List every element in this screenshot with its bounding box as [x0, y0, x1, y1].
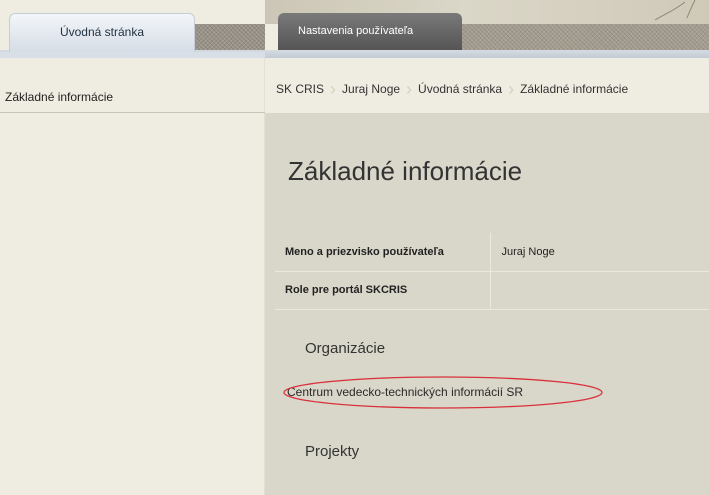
info-label: Role pre portál SKCRIS [275, 271, 491, 310]
breadcrumb-separator-icon: › [406, 79, 413, 99]
organizations-heading: Organizácie [305, 340, 386, 357]
breadcrumb-item-current: Základné informácie [520, 82, 629, 96]
sidebar-item-basic-info[interactable]: Základné informácie [0, 85, 265, 113]
sidebar: Základné informácie [0, 58, 265, 495]
page-title: Základné informácie [288, 156, 523, 186]
table-row: Meno a priezvisko používateľa Juraj Noge [275, 233, 709, 272]
main-content: SK CRIS › Juraj Noge › Úvodná stránka › Základ… [265, 58, 709, 495]
tab-home[interactable]: Úvodná stránka [9, 13, 195, 52]
tab-user-settings[interactable]: Nastavenia používateľa [278, 13, 462, 50]
tab-strip-texture [462, 24, 709, 50]
table-row: Role pre portál SKCRIS [275, 271, 709, 310]
user-info-table: Meno a priezvisko používateľa Juraj Noge… [275, 233, 709, 310]
tab-strip-texture [195, 24, 265, 50]
projects-heading: Projekty [305, 443, 360, 460]
info-value: Juraj Noge [490, 233, 709, 272]
info-label: Meno a priezvisko používateľa [275, 233, 491, 272]
breadcrumb-item-sk-cris[interactable]: SK CRIS [276, 82, 324, 96]
highlight-ellipse [283, 376, 603, 409]
breadcrumb: SK CRIS › Juraj Noge › Úvodná stránka › Základ… [265, 58, 709, 113]
breadcrumb-item-home[interactable]: Úvodná stránka [418, 82, 502, 96]
breadcrumb-separator-icon: › [330, 79, 337, 99]
header-sketch-icon [654, 0, 696, 21]
breadcrumb-item-user[interactable]: Juraj Noge [342, 82, 400, 96]
info-value [490, 271, 709, 310]
top-band: Úvodná stránka Nastavenia používateľa [0, 0, 709, 58]
breadcrumb-separator-icon: › [508, 79, 515, 99]
